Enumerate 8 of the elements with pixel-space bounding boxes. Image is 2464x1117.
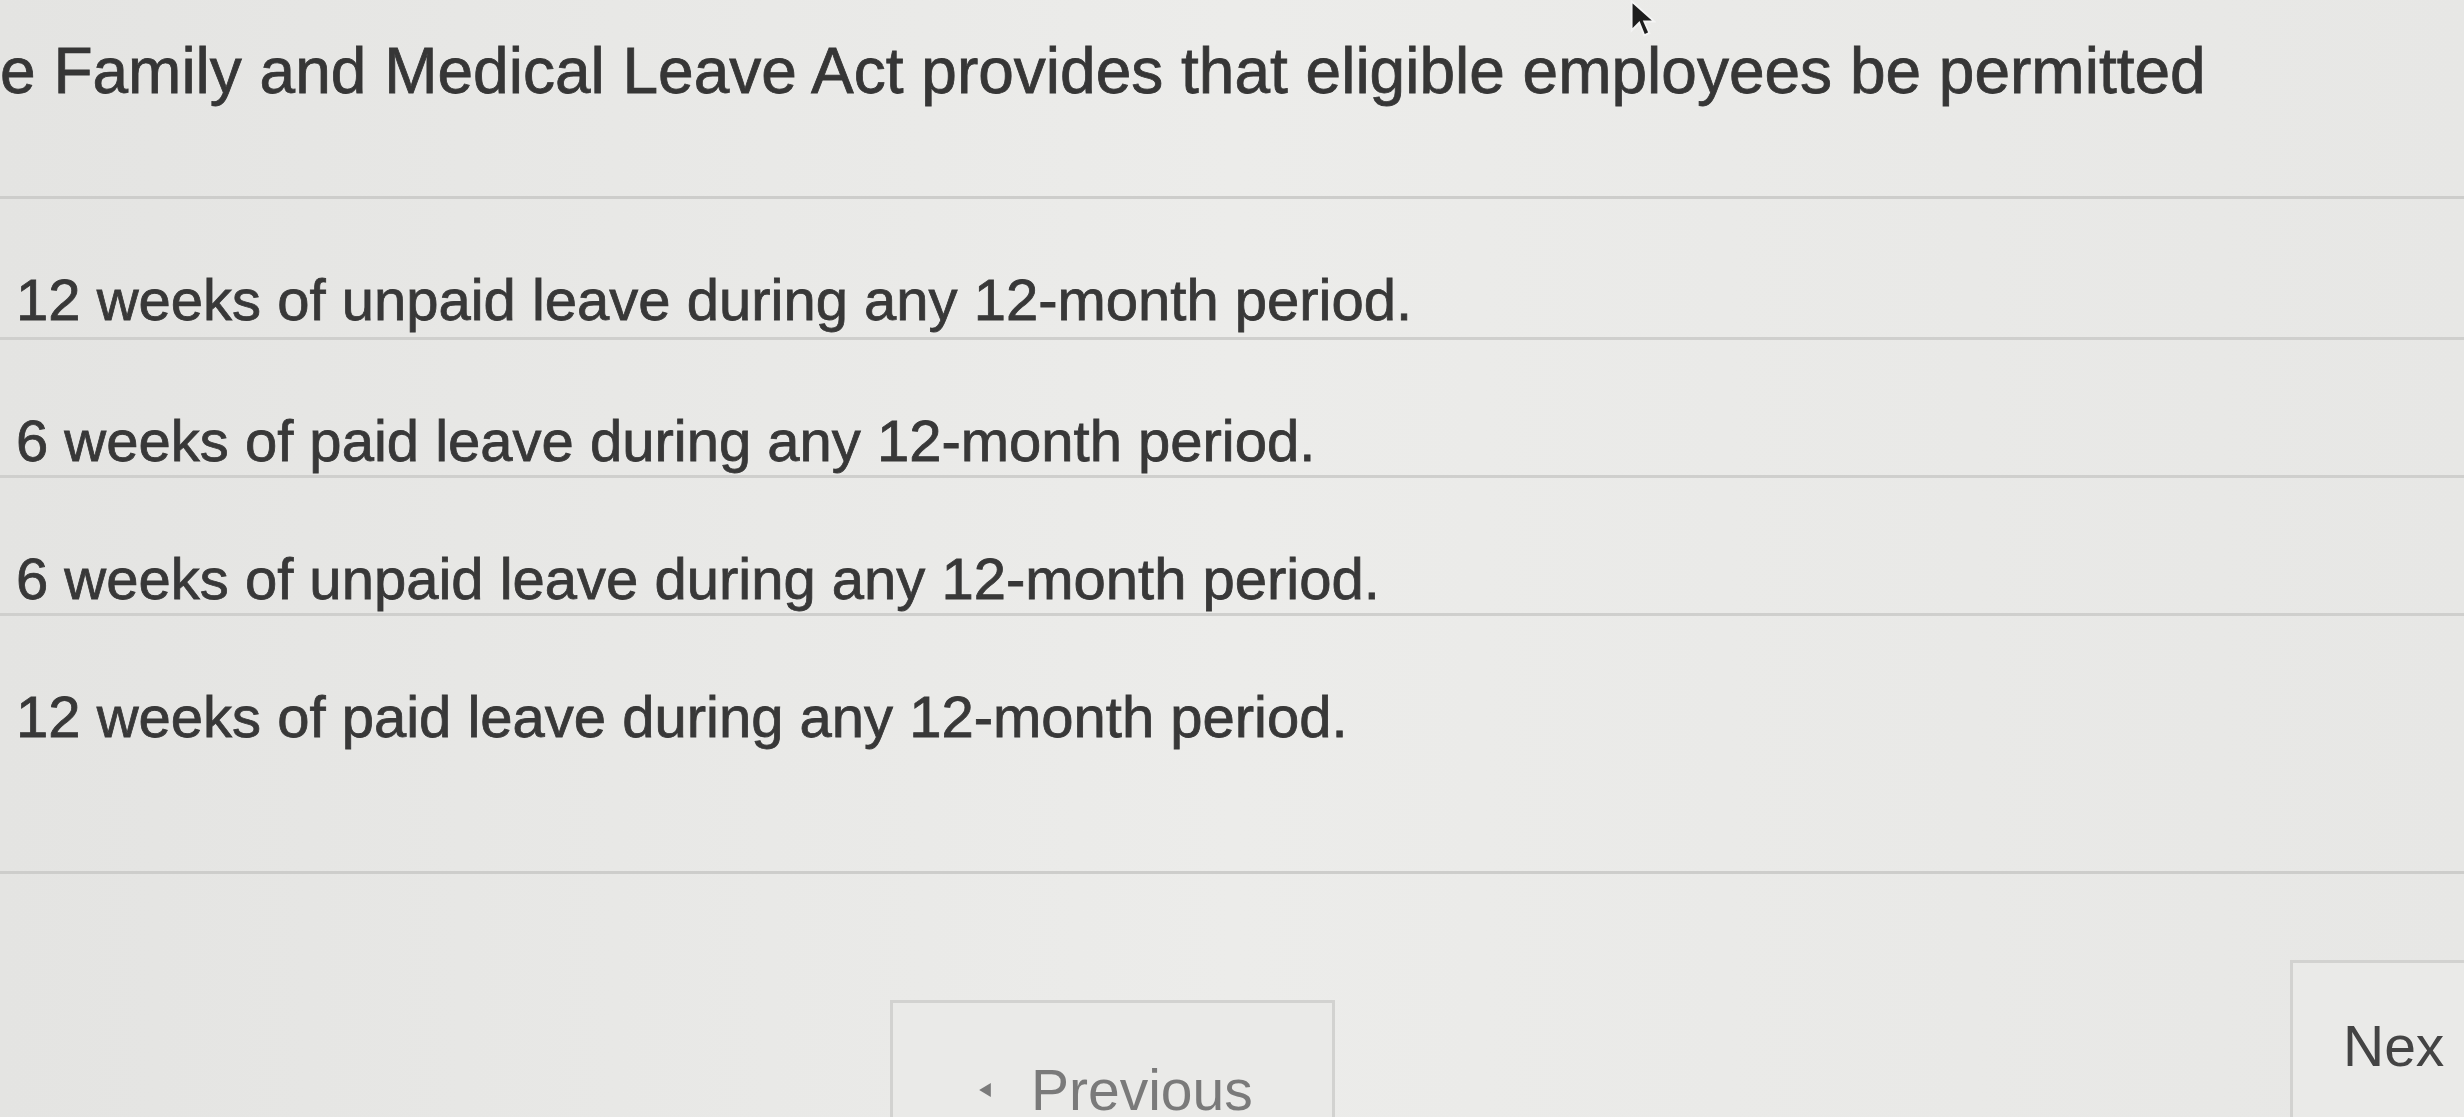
next-button[interactable]: Nex xyxy=(2290,960,2464,1117)
answer-option[interactable]: 12 weeks of unpaid leave during any 12-month period. xyxy=(0,199,2464,337)
mouse-pointer-icon xyxy=(1630,0,1656,38)
answer-option[interactable]: 6 weeks of paid leave during any 12-month period. xyxy=(0,337,2464,475)
answer-option[interactable]: 6 weeks of unpaid leave during any 12-month period. xyxy=(0,475,2464,613)
caret-left-icon xyxy=(979,1082,991,1097)
answer-option[interactable]: 12 weeks of paid leave during any 12-month period. xyxy=(0,613,2464,751)
question-text: e Family and Medical Leave Act provides that eligible employees be permitted xyxy=(0,34,2206,108)
